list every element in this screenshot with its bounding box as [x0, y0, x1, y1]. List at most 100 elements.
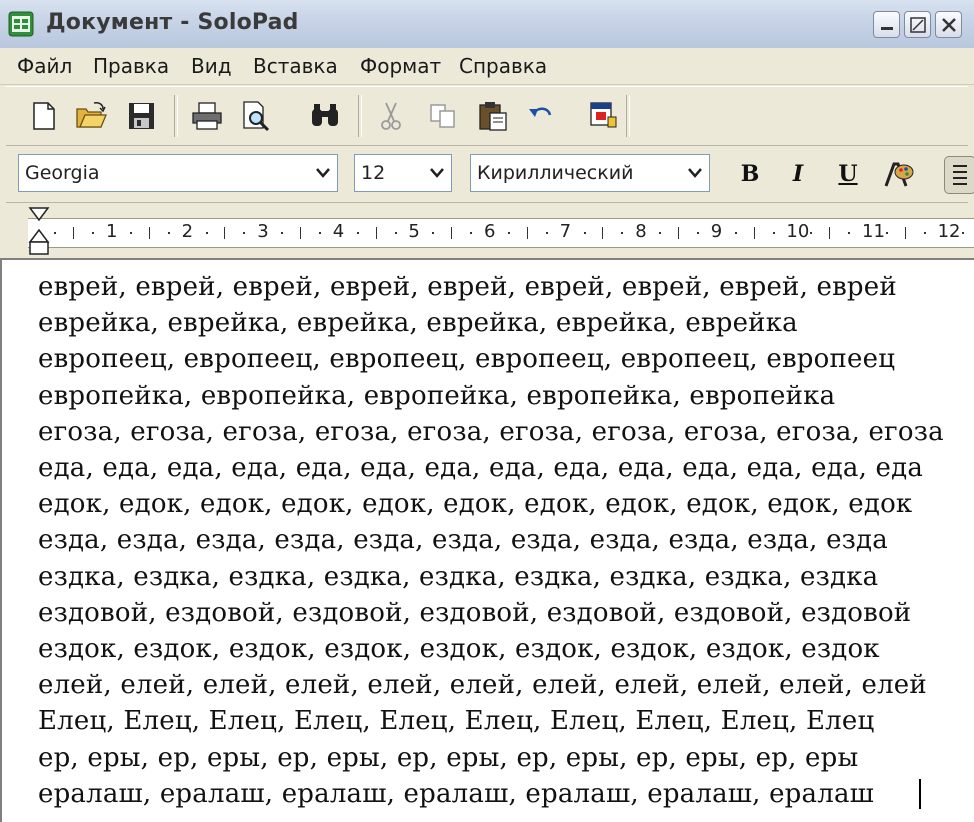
ruler-quarter-dot — [318, 232, 321, 234]
ruler-quarter-dot — [205, 232, 208, 234]
ruler-quarter-dot — [772, 232, 775, 234]
charset-select[interactable]: Кириллический — [470, 154, 710, 192]
font-size-value: 12 — [361, 162, 386, 184]
ruler-half-tick — [375, 227, 377, 239]
ruler-quarter-dot — [281, 232, 284, 234]
font-name-select[interactable]: Georgia — [18, 154, 338, 192]
ruler-strip: 1 2 3 4 5 6 7 8 9 10 11 12 — [28, 218, 974, 248]
document-line: ер, еры, ер, еры, ер, еры, ер, еры, ер, … — [38, 742, 859, 773]
ruler-number: 10 — [786, 221, 810, 242]
ruler-half-tick — [224, 227, 226, 239]
menu-edit[interactable]: Правка — [93, 54, 169, 78]
bold-label: B — [740, 161, 760, 187]
minimize-icon — [881, 27, 893, 30]
ruler-number: 11 — [862, 221, 885, 242]
copy-icon[interactable] — [426, 99, 460, 133]
document-line: ералаш, ералаш, ералаш, ералаш, ералаш, … — [38, 778, 875, 809]
ruler-quarter-dot — [394, 232, 397, 234]
close-icon — [942, 18, 956, 32]
cut-icon[interactable] — [374, 99, 408, 133]
paste-icon[interactable] — [476, 99, 510, 133]
ruler-quarter-dot — [356, 232, 359, 234]
ruler-number: 6 — [484, 221, 496, 242]
ruler-half-tick — [904, 227, 906, 239]
menu-view[interactable]: Вид — [191, 54, 232, 78]
document-line: ездка, ездка, ездка, ездка, ездка, ездка… — [38, 561, 879, 592]
font-size-select[interactable]: 12 — [354, 154, 452, 192]
insert-date-icon[interactable] — [586, 99, 620, 133]
ruler-half-tick — [602, 227, 604, 239]
document-line: ездовой, ездовой, ездовой, ездовой, ездо… — [38, 597, 912, 628]
chevron-down-icon — [688, 168, 702, 178]
italic-label: I — [792, 161, 804, 187]
color-palette-icon[interactable] — [882, 158, 914, 190]
ruler-quarter-dot — [54, 232, 57, 234]
document-line: едок, едок, едок, едок, едок, едок, едок… — [38, 489, 913, 520]
align-left-icon — [953, 165, 967, 185]
indent-marker-icon[interactable] — [27, 206, 51, 258]
format-toolbar: Georgia 12 Кириллический B I U — [6, 146, 974, 203]
align-left-button[interactable] — [944, 156, 974, 194]
document-line: еда, еда, еда, еда, еда, еда, еда, еда, … — [38, 453, 924, 483]
italic-button[interactable]: I — [782, 158, 814, 190]
maximize-button[interactable] — [904, 11, 931, 38]
document-text-area[interactable]: ералаш, ералаш, ералаш, ералаш, ералаш, … — [0, 258, 974, 822]
ruler-quarter-dot — [167, 232, 170, 234]
ruler-half-tick — [753, 227, 755, 239]
ruler-half-tick — [73, 227, 75, 239]
ruler-quarter-dot — [583, 232, 586, 234]
ruler-number: 8 — [635, 221, 647, 242]
save-icon[interactable] — [124, 99, 158, 133]
new-document-icon[interactable] — [26, 99, 60, 133]
font-name-value: Georgia — [25, 162, 100, 184]
ruler-half-tick — [829, 227, 831, 239]
maximize-icon — [910, 17, 926, 33]
document-line: Елец, Елец, Елец, Елец, Елец, Елец, Елец… — [38, 706, 875, 737]
ruler-number: 5 — [408, 221, 420, 242]
ruler-quarter-dot — [432, 232, 435, 234]
menu-file[interactable]: Файл — [17, 54, 72, 78]
ruler-number: 1 — [106, 221, 118, 242]
solopad-window: Документ - SoloPad Файл Правка Вид Встав… — [0, 0, 974, 822]
document-line: егоза, егоза, егоза, егоза, егоза, егоза… — [38, 416, 944, 447]
underline-button[interactable]: U — [832, 158, 864, 190]
title-bar[interactable]: Документ - SoloPad — [0, 0, 974, 49]
ruler-number: 4 — [332, 221, 345, 242]
charset-value: Кириллический — [477, 162, 634, 184]
ruler-number: 2 — [181, 221, 194, 242]
standard-toolbar — [6, 86, 968, 146]
ruler-half-tick — [526, 227, 528, 239]
document-line: европейка, европейка, европейка, европей… — [38, 380, 836, 411]
ruler-quarter-dot — [545, 232, 548, 234]
underline-label: U — [838, 161, 858, 187]
menu-format[interactable]: Формат — [360, 54, 441, 78]
document-line: еврей, еврей, еврей, еврей, еврей, еврей… — [38, 272, 897, 302]
menu-insert[interactable]: Вставка — [253, 54, 338, 78]
ruler-half-tick — [678, 227, 679, 239]
undo-icon[interactable] — [524, 99, 558, 133]
close-button[interactable] — [935, 11, 962, 38]
document-line: европеец, европеец, европеец, европеец, … — [38, 344, 896, 375]
document-line: езда, езда, езда, езда, езда, езда, езда… — [38, 525, 888, 556]
print-icon[interactable] — [190, 99, 224, 133]
minimize-button[interactable] — [873, 11, 900, 38]
ruler-quarter-dot — [810, 232, 813, 234]
menu-help[interactable]: Справка — [459, 54, 547, 78]
ruler-quarter-dot — [243, 232, 246, 234]
bold-button[interactable]: B — [734, 158, 766, 190]
open-folder-icon[interactable] — [74, 99, 108, 133]
ruler-quarter-dot — [659, 232, 662, 234]
ruler-quarter-dot — [848, 232, 851, 234]
ruler-number: 7 — [559, 221, 572, 242]
ruler-quarter-dot — [696, 232, 699, 234]
text-caret — [919, 779, 921, 809]
ruler-number: 12 — [937, 221, 961, 242]
chevron-down-icon — [316, 168, 330, 178]
find-icon[interactable] — [308, 99, 342, 133]
window-title: Документ - SoloPad — [46, 10, 299, 35]
print-preview-icon[interactable] — [238, 99, 272, 133]
ruler-quarter-dot — [507, 232, 510, 234]
ruler-number: 3 — [257, 221, 269, 242]
ruler-number: 9 — [710, 221, 723, 242]
chevron-down-icon — [430, 168, 444, 178]
